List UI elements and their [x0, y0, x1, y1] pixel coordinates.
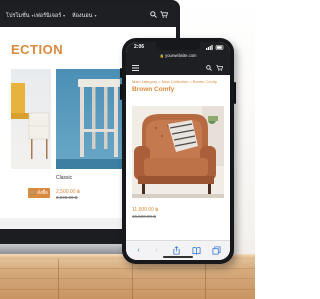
phone-notch [156, 42, 200, 50]
search-icon[interactable] [150, 11, 157, 18]
phone-side-button [120, 68, 122, 78]
smartphone: 2:06 🔒 yourwebsite.com Main category > N… [120, 38, 236, 264]
product-photo-nightstand[interactable] [11, 69, 51, 169]
chevron-down-icon: ▾ [63, 13, 66, 18]
product-old-price: 3,900.00 ฿ [56, 195, 78, 200]
phone-side-button [120, 84, 122, 100]
search-icon[interactable] [206, 65, 212, 71]
chevron-down-icon: ▾ [94, 13, 97, 18]
product-name: Classic [56, 175, 73, 181]
address-bar[interactable]: 🔒 yourwebsite.com [126, 52, 230, 61]
url-text[interactable]: 🔒 yourwebsite.com [126, 53, 230, 58]
breadcrumb[interactable]: Main category > New Collection > Brown C… [132, 79, 217, 84]
laptop-add-to-cart-button[interactable]: 🛒 สั่งซื้อ [28, 188, 50, 198]
wood-grain [0, 268, 255, 269]
status-time: 2:06 [134, 44, 145, 50]
cart-icon[interactable] [160, 11, 168, 18]
wood-grain [0, 278, 255, 279]
cart-icon[interactable] [216, 65, 223, 71]
cart-icon: 🛒 [30, 190, 36, 195]
phone-screen: 2:06 🔒 yourwebsite.com Main category > N… [126, 42, 230, 260]
lock-icon: 🔒 [159, 54, 164, 58]
product-title: Brown Comfy [132, 86, 175, 93]
table-plank-seam [58, 259, 59, 299]
back-icon[interactable]: ‹ [134, 246, 143, 255]
forward-icon[interactable]: › [152, 246, 161, 255]
device-mockup-scene: โปรโมชั่น ▾ เฟอร์นิเจอร์ ▾ ห้องนอน ▾ ECTION [0, 0, 255, 299]
tabs-icon[interactable] [212, 246, 221, 255]
table-plank-seam [132, 259, 133, 299]
product-price: 11,500.00 ฿ [132, 207, 159, 213]
table-plank-seam [205, 259, 206, 299]
laptop-nav-bar: โปรโมชั่น ▾ เฟอร์นิเจอร์ ▾ ห้องนอน ▾ [0, 3, 176, 27]
share-icon[interactable] [172, 246, 181, 255]
laptop-nav-item[interactable]: เฟอร์นิเจอร์ ▾ [34, 12, 65, 20]
laptop-nav-item[interactable]: ห้องนอน ▾ [72, 12, 96, 20]
phone-side-button [234, 82, 236, 104]
page-title: ECTION [11, 42, 64, 57]
product-old-price: 15,500.00 ฿ [132, 214, 157, 219]
home-indicator [163, 256, 193, 258]
bookmarks-icon[interactable] [192, 246, 201, 255]
product-photo-armchair[interactable] [132, 106, 224, 198]
menu-icon[interactable] [132, 65, 139, 71]
status-indicators-icon [206, 45, 224, 50]
site-header [126, 61, 230, 75]
wood-grain [0, 289, 255, 290]
laptop-nav-item[interactable]: โปรโมชั่น ▾ [6, 12, 34, 20]
